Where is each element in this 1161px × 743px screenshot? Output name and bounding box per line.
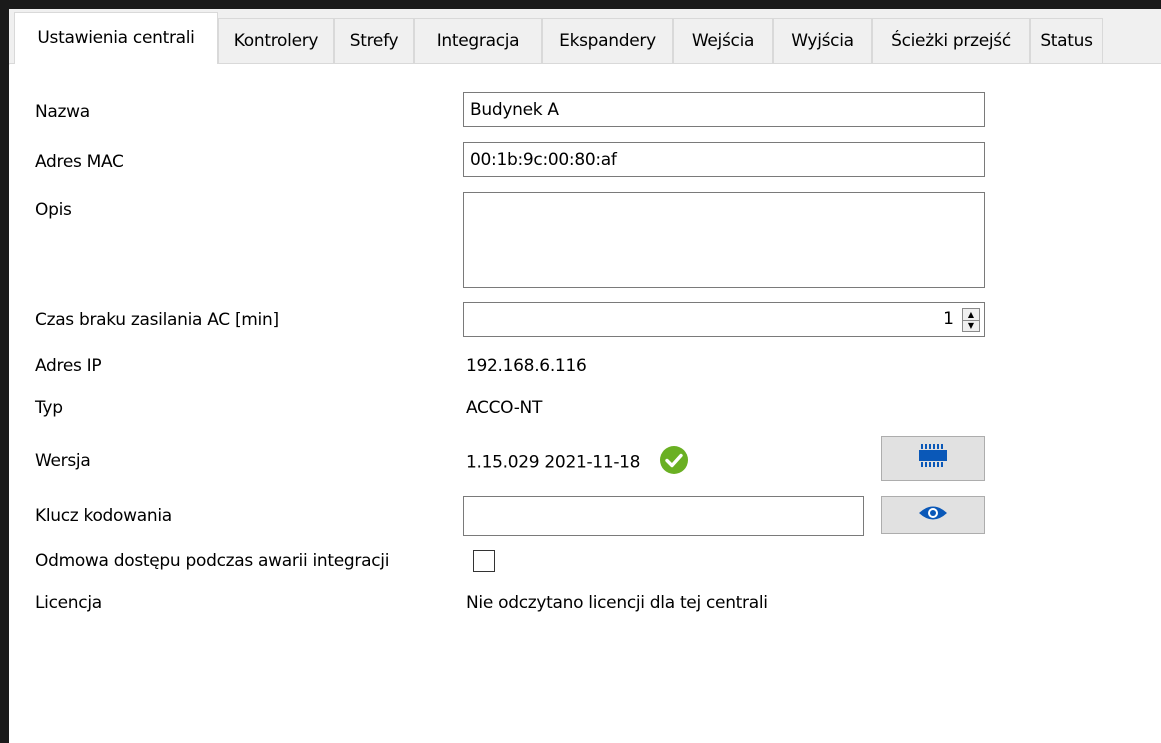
version-label: Wersja: [35, 451, 91, 471]
encryption-key-input[interactable]: [463, 496, 864, 536]
description-label: Opis: [35, 200, 72, 220]
tab-sciezki-przejsc[interactable]: Ścieżki przejść: [872, 18, 1030, 63]
eye-icon: [918, 504, 948, 527]
deny-access-label: Odmowa dostępu podczas awarii integracji: [35, 551, 390, 571]
window-top-border: [0, 0, 1161, 9]
tab-wyjscia[interactable]: Wyjścia: [773, 18, 872, 63]
mac-input[interactable]: [463, 142, 985, 177]
ip-value: 192.168.6.116: [466, 356, 587, 376]
name-label: Nazwa: [35, 102, 90, 122]
show-key-button[interactable]: [881, 496, 985, 534]
mac-label: Adres MAC: [35, 152, 124, 172]
check-circle-icon: [659, 445, 689, 480]
encryption-key-label: Klucz kodowania: [35, 506, 172, 526]
tab-status[interactable]: Status: [1030, 18, 1103, 63]
ip-label: Adres IP: [35, 356, 102, 376]
ac-loss-time-label: Czas braku zasilania AC [min]: [35, 310, 279, 330]
ac-loss-time-spinbox[interactable]: 1 ▲ ▼: [463, 302, 985, 337]
tab-wejscia[interactable]: Wejścia: [673, 18, 773, 63]
chip-icon: [919, 444, 947, 473]
license-value: Nie odczytano licencji dla tej centrali: [466, 593, 768, 613]
window-left-border: [0, 0, 9, 743]
type-value: ACCO-NT: [466, 398, 543, 418]
tab-ustawienia-centrali[interactable]: Ustawienia centrali: [14, 12, 218, 64]
description-textarea[interactable]: [463, 192, 985, 288]
firmware-update-button[interactable]: [881, 436, 985, 481]
tab-integracja[interactable]: Integracja: [414, 18, 542, 63]
tab-strefy[interactable]: Strefy: [334, 18, 414, 63]
version-row: 1.15.029 2021-11-18: [466, 445, 689, 480]
spin-buttons: ▲ ▼: [962, 308, 980, 332]
ac-loss-time-value: 1: [943, 309, 954, 329]
deny-access-checkbox[interactable]: [473, 550, 495, 572]
license-label: Licencja: [35, 593, 102, 613]
version-value: 1.15.029 2021-11-18: [466, 452, 641, 473]
type-label: Typ: [35, 398, 63, 418]
name-input[interactable]: [463, 92, 985, 127]
spin-down-icon[interactable]: ▼: [963, 320, 979, 331]
tab-ekspandery[interactable]: Ekspandery: [542, 18, 673, 63]
tab-kontrolery[interactable]: Kontrolery: [218, 18, 334, 63]
